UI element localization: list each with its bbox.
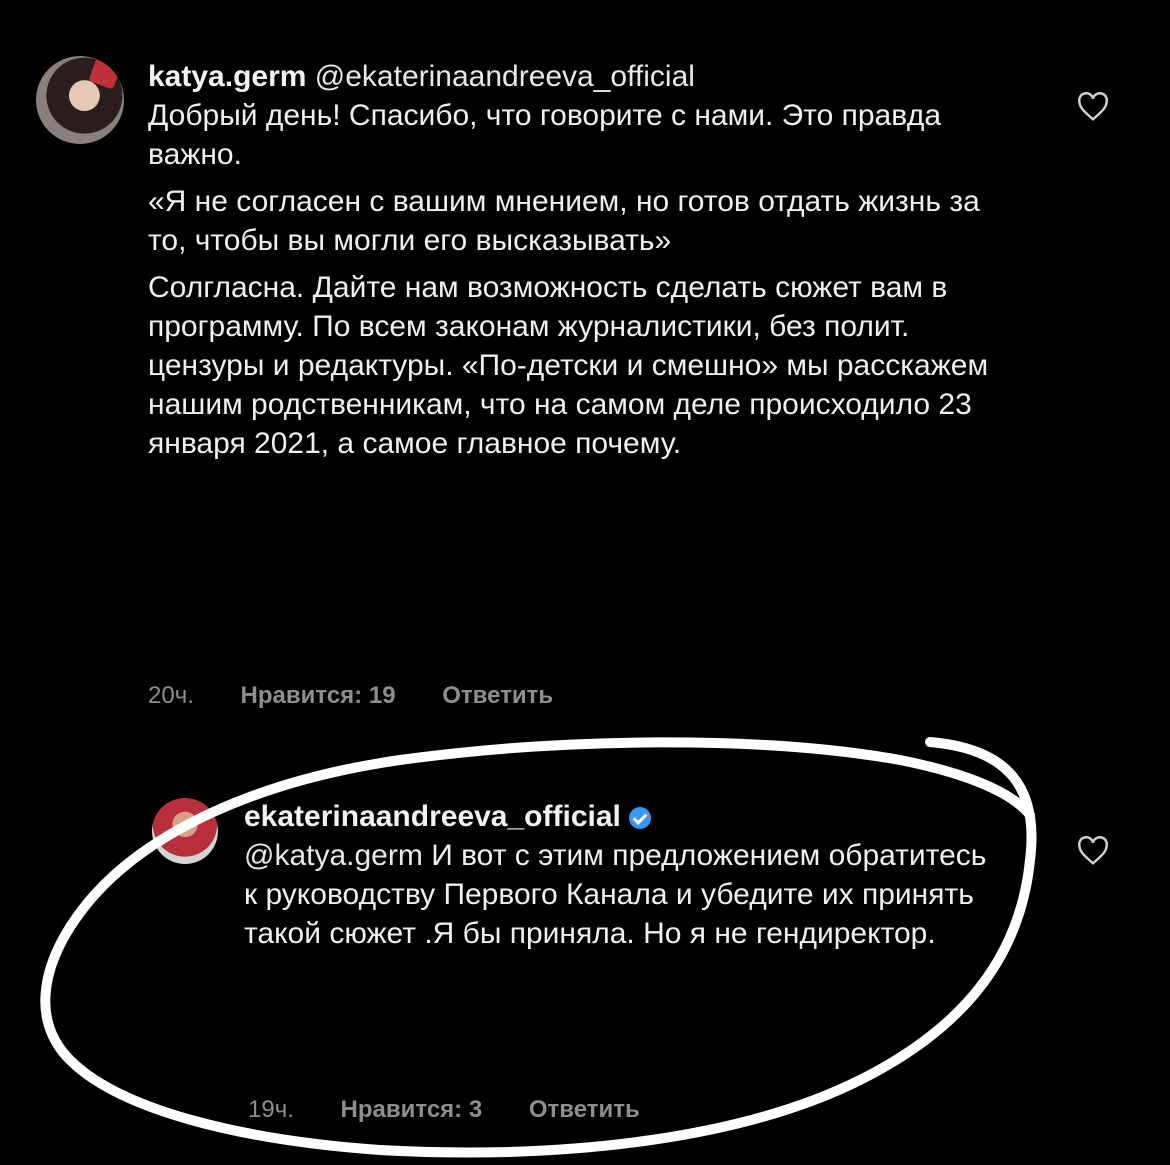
timestamp: 20ч. [148,682,194,709]
comment-header: katya.germ @ekaterinaandreeva_official [148,58,1028,96]
comment-text-1: Добрый день! Спасибо, что говорите с нам… [148,99,942,171]
heart-outline-icon[interactable] [1076,836,1110,866]
comment-body: ekaterinaandreeva_official @katya.germ И… [244,798,1024,953]
mention[interactable]: @ekaterinaandreeva_official [315,60,695,93]
likes-count[interactable]: Нравится: 3 [341,1096,483,1123]
comment-text: @katya.germ И вот с этим предложением об… [244,836,1004,953]
avatar[interactable] [152,798,218,864]
comment-footer: 19ч. Нравится: 3 Ответить [248,1096,680,1124]
verified-badge-icon [628,807,651,830]
comment-text-2: «Я не согласен с вашим мнением, но готов… [148,185,980,257]
comment-text-3: Солгласна. Дайте нам возможность сделать… [148,271,989,460]
username[interactable]: katya.germ [148,60,306,93]
reply-button[interactable]: Ответить [442,682,553,709]
timestamp: 19ч. [248,1096,294,1123]
heart-outline-icon[interactable] [1076,92,1110,122]
avatar[interactable] [36,56,124,144]
comment-footer: 20ч. Нравится: 19 Ответить [148,682,593,710]
reply-button[interactable]: Ответить [529,1096,640,1123]
comment-header: ekaterinaandreeva_official [244,798,1024,836]
likes-count[interactable]: Нравится: 19 [241,682,396,709]
comment-body: katya.germ @ekaterinaandreeva_official Д… [148,58,1028,463]
mention[interactable]: @katya.germ [244,839,423,872]
username[interactable]: ekaterinaandreeva_official [244,800,621,833]
